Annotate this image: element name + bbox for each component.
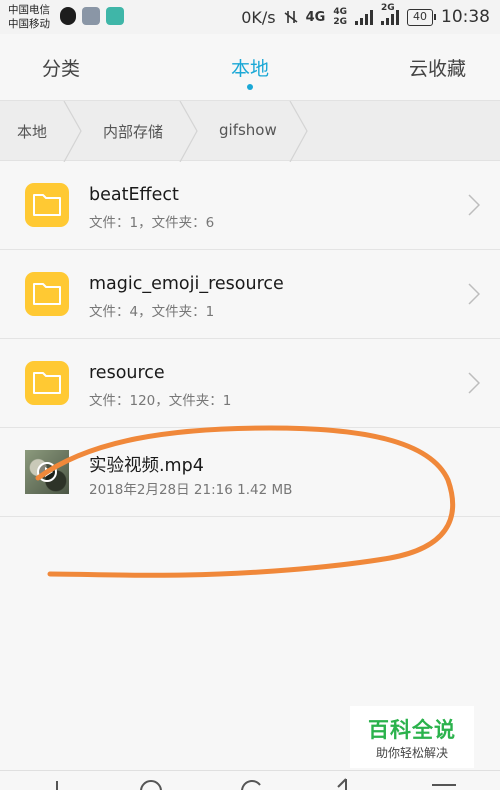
bottom-toolbar bbox=[0, 770, 500, 790]
breadcrumb-internal-storage[interactable]: 内部存储 bbox=[103, 121, 163, 142]
notification-icons bbox=[60, 7, 124, 25]
folder-icon bbox=[25, 183, 69, 227]
chevron-right-icon bbox=[468, 372, 480, 394]
status-right: 0K/s 4G 4G 2G 2G 40 10:38 bbox=[241, 3, 490, 29]
breadcrumb-gifshow[interactable]: gifshow bbox=[219, 121, 277, 139]
signal-2-icon: 2G bbox=[381, 3, 399, 25]
watermark-subtitle: 助你轻松解决 bbox=[375, 746, 448, 760]
battery-icon: 40 bbox=[407, 8, 436, 26]
folder-icon bbox=[25, 272, 69, 316]
active-tab-indicator bbox=[247, 84, 253, 90]
network-b: 2G bbox=[333, 17, 347, 27]
carrier-info: 中国电信 中国移动 bbox=[8, 3, 50, 31]
tab-local[interactable]: 本地 bbox=[231, 54, 269, 81]
list-item-folder[interactable]: beatEffect 文件：1，文件夹：6 bbox=[0, 161, 500, 250]
network-secondary: 4G 2G bbox=[333, 7, 347, 27]
item-name: 实验视频.mp4 bbox=[89, 456, 204, 476]
clock: 10:38 bbox=[441, 7, 490, 27]
tab-category[interactable]: 分类 bbox=[42, 54, 80, 81]
battery-level: 40 bbox=[413, 9, 427, 23]
gallery-icon bbox=[82, 7, 100, 25]
breadcrumb-separator-icon bbox=[289, 101, 308, 162]
item-name: resource bbox=[89, 363, 165, 383]
item-meta: 文件：120，文件夹：1 bbox=[89, 393, 232, 409]
watermark-title: 百科全说 bbox=[368, 718, 456, 742]
status-bar: 中国电信 中国移动 0K/s 4G 4G 2G 2G 40 10:38 bbox=[0, 0, 500, 34]
breadcrumb: 本地 内部存储 gifshow bbox=[0, 100, 500, 162]
app-notification-icon bbox=[106, 7, 124, 25]
chevron-right-icon bbox=[468, 194, 480, 216]
item-meta: 文件：1，文件夹：6 bbox=[89, 215, 215, 231]
list-item-video[interactable]: 实验视频.mp4 2018年2月28日 21:16 1.42 MB bbox=[0, 428, 500, 517]
breadcrumb-local[interactable]: 本地 bbox=[17, 121, 47, 142]
tab-bar: 分类 本地 云收藏 bbox=[0, 34, 500, 100]
carrier-1: 中国电信 bbox=[8, 4, 50, 16]
list-item-folder[interactable]: magic_emoji_resource 文件：4，文件夹：1 bbox=[0, 250, 500, 339]
network-c: 2G bbox=[381, 3, 395, 13]
tab-cloud-favorites[interactable]: 云收藏 bbox=[409, 54, 466, 81]
video-thumbnail bbox=[25, 450, 69, 494]
carrier-2: 中国移动 bbox=[8, 18, 50, 30]
watermark-logo: 百科全说 助你轻松解决 bbox=[350, 706, 474, 768]
item-meta: 文件：4，文件夹：1 bbox=[89, 304, 215, 320]
network-a: 4G bbox=[333, 7, 347, 17]
network-type: 4G bbox=[305, 9, 326, 25]
list-item-folder[interactable]: resource 文件：120，文件夹：1 bbox=[0, 339, 500, 428]
folder-icon bbox=[25, 361, 69, 405]
signal-icon bbox=[355, 9, 373, 25]
data-off-icon bbox=[284, 11, 298, 23]
toolbar-icons bbox=[56, 778, 456, 790]
chevron-right-icon bbox=[468, 283, 480, 305]
play-icon bbox=[37, 462, 57, 482]
network-speed: 0K/s bbox=[241, 7, 276, 27]
item-name: magic_emoji_resource bbox=[89, 274, 284, 294]
item-meta: 2018年2月28日 21:16 1.42 MB bbox=[89, 482, 293, 498]
item-name: beatEffect bbox=[89, 185, 179, 205]
qq-icon bbox=[60, 7, 76, 25]
breadcrumb-separator-icon bbox=[179, 101, 198, 162]
breadcrumb-separator-icon bbox=[63, 101, 82, 162]
